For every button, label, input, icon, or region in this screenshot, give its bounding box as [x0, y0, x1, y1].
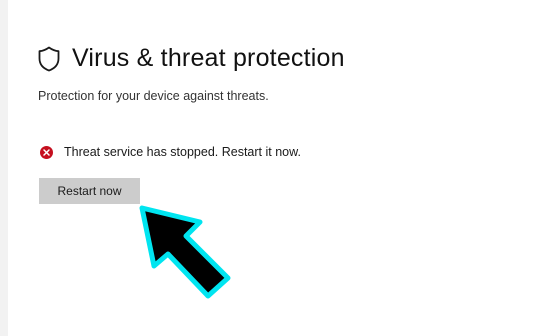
threat-service-alert: Threat service has stopped. Restart it n…: [40, 145, 301, 159]
page-header: Virus & threat protection: [38, 44, 345, 73]
alert-message: Threat service has stopped. Restart it n…: [64, 145, 301, 159]
shield-icon: [38, 46, 60, 72]
page-subtitle: Protection for your device against threa…: [38, 89, 269, 103]
window-edge: [0, 0, 8, 336]
page-title: Virus & threat protection: [72, 44, 345, 72]
virus-threat-protection-page: Virus & threat protection Protection for…: [0, 0, 560, 336]
restart-now-button[interactable]: Restart now: [39, 178, 140, 204]
pointer-arrow-icon: [139, 205, 231, 299]
error-icon: [40, 145, 53, 159]
